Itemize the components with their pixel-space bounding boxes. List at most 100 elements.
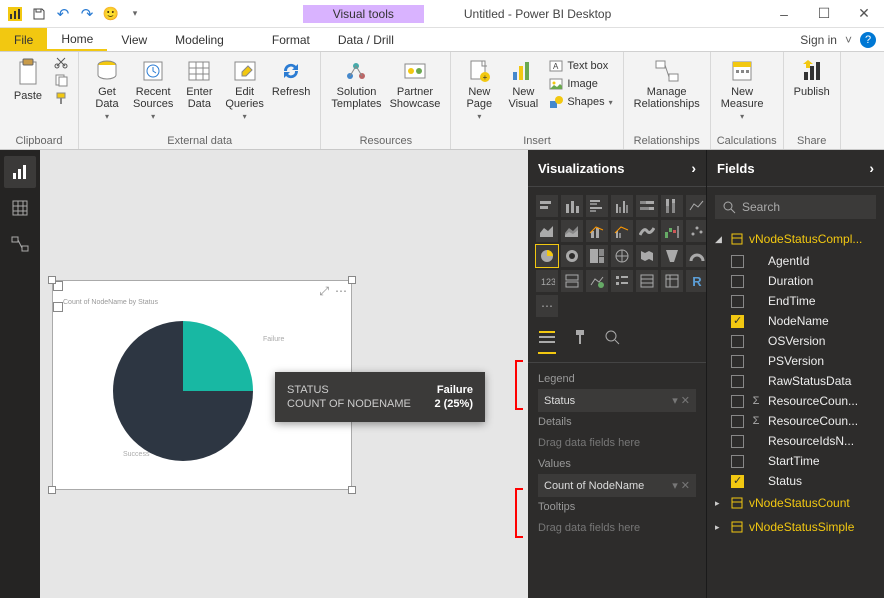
field-resourcecount2[interactable]: ΣResourceCoun... bbox=[711, 411, 880, 431]
collapse-fields-icon[interactable]: › bbox=[869, 160, 874, 176]
solution-templates-button[interactable]: Solution Templates bbox=[327, 54, 385, 112]
signin-link[interactable]: Sign in bbox=[800, 33, 837, 47]
report-canvas[interactable]: ⤢ ⋯ Count of NodeName by Status Failure … bbox=[40, 150, 528, 598]
viz-stacked-column[interactable] bbox=[561, 195, 583, 217]
new-page-button[interactable]: +New Page▾ bbox=[457, 54, 501, 123]
viz-area[interactable] bbox=[536, 220, 558, 242]
collapse-pane-icon[interactable]: › bbox=[691, 160, 696, 176]
close-button[interactable]: ✕ bbox=[844, 0, 884, 28]
table-vnodestatussimple[interactable]: ▸vNodeStatusSimple bbox=[711, 515, 880, 539]
viz-100-bar[interactable] bbox=[636, 195, 658, 217]
recent-sources-button[interactable]: Recent Sources▾ bbox=[129, 54, 177, 123]
viz-gauge[interactable] bbox=[686, 245, 706, 267]
details-well-placeholder[interactable]: Drag data fields here bbox=[538, 432, 696, 454]
model-view-button[interactable] bbox=[4, 228, 36, 260]
viz-donut[interactable] bbox=[561, 245, 583, 267]
viz-ribbon[interactable] bbox=[636, 220, 658, 242]
data-view-button[interactable] bbox=[4, 192, 36, 224]
analytics-tab-icon[interactable] bbox=[604, 329, 620, 354]
minimize-button[interactable]: – bbox=[764, 0, 804, 28]
field-resourceids[interactable]: ResourceIdsN... bbox=[711, 431, 880, 451]
format-painter-button[interactable] bbox=[50, 90, 72, 106]
viz-r[interactable]: R bbox=[686, 270, 706, 292]
table-vnodestatuscompl[interactable]: ◢vNodeStatusCompl... bbox=[711, 227, 880, 251]
help-icon[interactable]: ? bbox=[860, 32, 876, 48]
cut-button[interactable] bbox=[50, 54, 72, 70]
field-status[interactable]: Status bbox=[711, 471, 880, 491]
tab-format[interactable]: Format bbox=[258, 28, 324, 51]
field-psversion[interactable]: PSVersion bbox=[711, 351, 880, 371]
viz-scatter[interactable] bbox=[686, 220, 706, 242]
viz-stacked-bar[interactable] bbox=[536, 195, 558, 217]
partner-showcase-button[interactable]: Partner Showcase bbox=[386, 54, 445, 112]
smiley-icon[interactable]: 🙂 bbox=[100, 3, 122, 25]
pie-chart[interactable] bbox=[113, 321, 253, 461]
viz-matrix[interactable] bbox=[661, 270, 683, 292]
fields-tab-icon[interactable] bbox=[538, 329, 556, 354]
values-well-field[interactable]: Count of NodeName▾ ✕ bbox=[538, 474, 696, 497]
field-osversion[interactable]: OSVersion bbox=[711, 331, 880, 351]
qat-dropdown-icon[interactable]: ▾ bbox=[124, 3, 146, 25]
viz-combo2[interactable] bbox=[611, 220, 633, 242]
field-agentid[interactable]: AgentId bbox=[711, 251, 880, 271]
fields-list: ◢vNodeStatusCompl... AgentId Duration En… bbox=[707, 227, 884, 539]
tab-view[interactable]: View bbox=[107, 28, 161, 51]
paste-button[interactable]: Paste bbox=[6, 54, 50, 104]
field-starttime[interactable]: StartTime bbox=[711, 451, 880, 471]
enter-data-button[interactable]: Enter Data bbox=[177, 54, 221, 112]
collapse-ribbon-icon[interactable]: ˅ bbox=[845, 33, 852, 47]
field-endtime[interactable]: EndTime bbox=[711, 291, 880, 311]
image-button[interactable]: Image bbox=[545, 76, 616, 92]
viz-clustered-column[interactable] bbox=[611, 195, 633, 217]
field-duration[interactable]: Duration bbox=[711, 271, 880, 291]
viz-100-column[interactable] bbox=[661, 195, 683, 217]
field-rawstatusdata[interactable]: RawStatusData bbox=[711, 371, 880, 391]
fields-search[interactable]: Search bbox=[715, 195, 876, 219]
viz-custom[interactable]: ⋯ bbox=[536, 295, 558, 317]
format-tab-icon[interactable] bbox=[572, 329, 588, 354]
field-resourcecount1[interactable]: ΣResourceCoun... bbox=[711, 391, 880, 411]
new-visual-button[interactable]: New Visual bbox=[501, 54, 545, 112]
group-insert-label: Insert bbox=[457, 133, 616, 149]
tab-file[interactable]: File bbox=[0, 28, 47, 51]
legend-well-field[interactable]: Status▾ ✕ bbox=[538, 389, 696, 412]
tooltips-well-placeholder[interactable]: Drag data fields here bbox=[538, 517, 696, 539]
more-options-icon[interactable]: ⋯ bbox=[335, 284, 347, 299]
tab-modeling[interactable]: Modeling bbox=[161, 28, 238, 51]
table-vnodestatuscount[interactable]: ▸vNodeStatusCount bbox=[711, 491, 880, 515]
save-icon[interactable] bbox=[28, 3, 50, 25]
maximize-button[interactable]: ☐ bbox=[804, 0, 844, 28]
viz-table[interactable] bbox=[636, 270, 658, 292]
textbox-button[interactable]: AText box bbox=[545, 58, 616, 74]
viz-card[interactable]: 123 bbox=[536, 270, 558, 292]
report-view-button[interactable] bbox=[4, 156, 36, 188]
focus-mode-icon[interactable]: ⤢ bbox=[319, 284, 329, 299]
shapes-button[interactable]: Shapes▾ bbox=[545, 94, 616, 110]
viz-clustered-bar[interactable] bbox=[586, 195, 608, 217]
viz-treemap[interactable] bbox=[586, 245, 608, 267]
viz-slicer[interactable] bbox=[611, 270, 633, 292]
undo-icon[interactable]: ↶ bbox=[52, 3, 74, 25]
viz-filled-map[interactable] bbox=[636, 245, 658, 267]
copy-button[interactable] bbox=[50, 72, 72, 88]
viz-map[interactable] bbox=[611, 245, 633, 267]
viz-waterfall[interactable] bbox=[661, 220, 683, 242]
manage-relationships-button[interactable]: Manage Relationships bbox=[630, 54, 704, 112]
edit-queries-button[interactable]: Edit Queries▾ bbox=[221, 54, 268, 123]
group-relationships-label: Relationships bbox=[630, 133, 704, 149]
field-nodename[interactable]: NodeName bbox=[711, 311, 880, 331]
publish-button[interactable]: Publish bbox=[790, 54, 834, 100]
viz-combo1[interactable] bbox=[586, 220, 608, 242]
refresh-button[interactable]: Refresh bbox=[268, 54, 315, 100]
get-data-button[interactable]: Get Data▾ bbox=[85, 54, 129, 123]
new-measure-button[interactable]: New Measure▾ bbox=[717, 54, 768, 123]
viz-line[interactable] bbox=[686, 195, 706, 217]
viz-stacked-area[interactable] bbox=[561, 220, 583, 242]
tab-datadrill[interactable]: Data / Drill bbox=[324, 28, 408, 51]
tab-home[interactable]: Home bbox=[47, 28, 107, 51]
viz-pie[interactable] bbox=[536, 245, 558, 267]
redo-icon[interactable]: ↷ bbox=[76, 3, 98, 25]
viz-funnel[interactable] bbox=[661, 245, 683, 267]
viz-multi-card[interactable] bbox=[561, 270, 583, 292]
viz-kpi[interactable] bbox=[586, 270, 608, 292]
